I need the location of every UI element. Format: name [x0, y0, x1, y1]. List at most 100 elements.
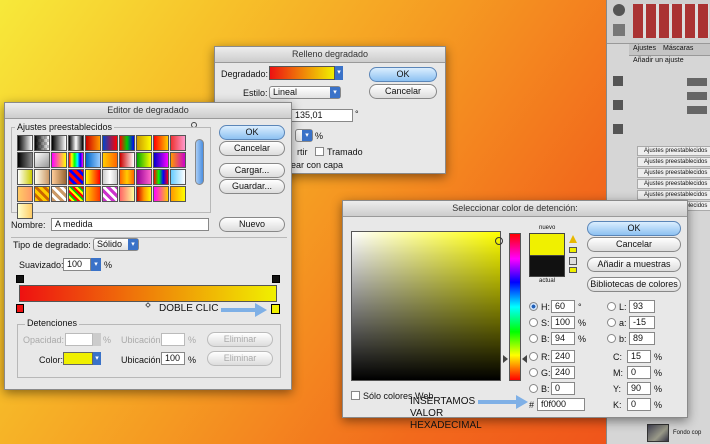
- gradient-bar[interactable]: [19, 285, 277, 302]
- preset-swatch[interactable]: [17, 152, 33, 168]
- relleno-ok-button[interactable]: OK: [369, 67, 437, 82]
- y-input[interactable]: 90: [627, 382, 651, 395]
- a-input[interactable]: -15: [629, 316, 655, 329]
- hex-input[interactable]: f0f000: [537, 398, 585, 411]
- hue-slider[interactable]: [509, 233, 521, 381]
- preset-row[interactable]: Ajustes preestablecidos: [637, 190, 710, 200]
- blue-input[interactable]: 0: [551, 382, 575, 395]
- preset-swatch[interactable]: [85, 186, 101, 202]
- b-radio[interactable]: [529, 334, 538, 343]
- r-radio[interactable]: [529, 352, 538, 361]
- preset-swatch[interactable]: [119, 169, 135, 185]
- a-radio[interactable]: [607, 318, 616, 327]
- preset-swatch[interactable]: [170, 135, 186, 151]
- preset-row[interactable]: Ajustes preestablecidos: [637, 168, 710, 178]
- m-input[interactable]: 0: [627, 366, 651, 379]
- tipo-select[interactable]: Sólido ▾: [93, 238, 139, 251]
- g-input[interactable]: 240: [551, 366, 575, 379]
- preset-swatch[interactable]: [51, 169, 67, 185]
- relleno-cancel-button[interactable]: Cancelar: [369, 84, 437, 99]
- cargar-button[interactable]: Cargar...: [219, 163, 285, 178]
- web-cube-icon[interactable]: [569, 257, 577, 265]
- preset-swatch[interactable]: [170, 186, 186, 202]
- preset-swatch[interactable]: [68, 169, 84, 185]
- chevron-down-icon[interactable]: ▾: [93, 352, 101, 365]
- swatch-strip[interactable]: [633, 4, 709, 38]
- adjust-icons[interactable]: [687, 78, 707, 118]
- preset-swatch[interactable]: [153, 152, 169, 168]
- color-stop-swatch[interactable]: [63, 352, 93, 365]
- preset-row[interactable]: Ajustes preestablecidos: [637, 157, 710, 167]
- preset-swatch[interactable]: [85, 169, 101, 185]
- editor-cancel-button[interactable]: Cancelar: [219, 141, 285, 156]
- blue-radio[interactable]: [529, 384, 538, 393]
- preset-swatch[interactable]: [85, 152, 101, 168]
- gradient-dropdown-arrow[interactable]: ▾: [335, 66, 343, 80]
- preset-swatch[interactable]: [119, 135, 135, 151]
- estilo-select[interactable]: Lineal ▾: [269, 86, 341, 99]
- preset-swatches[interactable]: [17, 135, 186, 219]
- presets-scrollbar[interactable]: [195, 139, 204, 185]
- suavizado-input[interactable]: 100: [63, 258, 91, 271]
- preset-swatch[interactable]: [102, 186, 118, 202]
- g-radio[interactable]: [529, 368, 538, 377]
- opacity-stop-left[interactable]: [16, 275, 24, 283]
- l-input[interactable]: 93: [629, 300, 655, 313]
- preset-swatch[interactable]: [34, 169, 50, 185]
- tab-ajustes[interactable]: Ajustes: [633, 45, 656, 52]
- preset-swatch[interactable]: [34, 186, 50, 202]
- preset-swatch[interactable]: [17, 135, 33, 151]
- preset-swatch[interactable]: [17, 203, 33, 219]
- scale-select[interactable]: ▾: [295, 129, 313, 142]
- preset-swatch[interactable]: [153, 135, 169, 151]
- midpoint-diamond[interactable]: [145, 302, 151, 308]
- ubicacion-input[interactable]: 100: [161, 352, 185, 365]
- ubicacion-opacidad-input[interactable]: [161, 333, 185, 346]
- current-color-swatch[interactable]: [529, 255, 565, 277]
- h-radio[interactable]: [529, 302, 538, 311]
- tramado-checkbox[interactable]: [315, 147, 324, 156]
- hue-slider-right-arrow[interactable]: [522, 355, 527, 363]
- opacity-stop-right[interactable]: [272, 275, 280, 283]
- chevron-down-icon[interactable]: ▾: [91, 258, 101, 271]
- preset-swatch[interactable]: [34, 152, 50, 168]
- preset-swatch[interactable]: [136, 186, 152, 202]
- opacidad-input[interactable]: [65, 333, 93, 346]
- info-icon[interactable]: [613, 4, 625, 16]
- s-radio[interactable]: [529, 318, 538, 327]
- preset-swatch[interactable]: [119, 186, 135, 202]
- k-input[interactable]: 0: [627, 398, 651, 411]
- preset-swatch[interactable]: [34, 135, 50, 151]
- color-field[interactable]: [351, 231, 501, 381]
- preset-swatch[interactable]: [136, 135, 152, 151]
- anadir-muestras-button[interactable]: Añadir a muestras: [587, 257, 681, 272]
- gamut-swatch[interactable]: [569, 247, 577, 253]
- h-input[interactable]: 60: [551, 300, 575, 313]
- l-radio[interactable]: [607, 302, 616, 311]
- preset-row[interactable]: Ajustes preestablecidos: [637, 179, 710, 189]
- preset-swatch[interactable]: [17, 169, 33, 185]
- preset-swatch[interactable]: [170, 169, 186, 185]
- c-input[interactable]: 15: [627, 350, 651, 363]
- angle-input[interactable]: 135,01: [291, 109, 353, 122]
- lab-b-radio[interactable]: [607, 334, 616, 343]
- r-input[interactable]: 240: [551, 350, 575, 363]
- preset-swatch[interactable]: [85, 135, 101, 151]
- picker-cancel-button[interactable]: Cancelar: [587, 237, 681, 252]
- b-input[interactable]: 94: [551, 332, 575, 345]
- color-stop-right[interactable]: [271, 304, 280, 314]
- eliminar-button[interactable]: Eliminar: [207, 351, 273, 366]
- nombre-input[interactable]: A medida: [51, 218, 209, 231]
- s-input[interactable]: 100: [551, 316, 575, 329]
- eliminar-opacidad-button[interactable]: Eliminar: [207, 332, 273, 347]
- preset-swatch[interactable]: [102, 135, 118, 151]
- preset-swatch[interactable]: [136, 152, 152, 168]
- tab-mascaras[interactable]: Máscaras: [663, 45, 693, 52]
- preset-swatch[interactable]: [68, 186, 84, 202]
- color-stop-left[interactable]: [16, 304, 24, 313]
- tool-icons[interactable]: [613, 76, 623, 136]
- preset-swatch[interactable]: [68, 135, 84, 151]
- lab-b-input[interactable]: 89: [629, 332, 655, 345]
- preset-swatch[interactable]: [119, 152, 135, 168]
- hue-slider-left-arrow[interactable]: [503, 355, 508, 363]
